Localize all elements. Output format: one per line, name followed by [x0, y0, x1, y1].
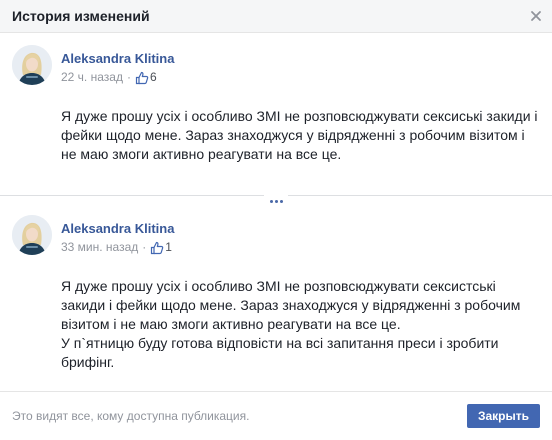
post-paragraph: Я дуже прошу усіх і особливо ЗМІ не розп…	[61, 278, 521, 332]
dialog-footer: Это видят все, кому доступна публикация.…	[0, 391, 552, 440]
post-paragraph: У п`ятницю буду готова відповісти на всі…	[61, 335, 499, 370]
close-icon[interactable]	[530, 10, 542, 22]
avatar-image	[12, 215, 52, 255]
avatar[interactable]	[12, 45, 52, 85]
timestamp-link[interactable]: 22 ч. назад	[61, 70, 123, 85]
like-count[interactable]: 1	[165, 240, 172, 255]
post-meta: 22 ч. назад · 6	[61, 70, 157, 85]
avatar[interactable]	[12, 215, 52, 255]
dialog-header: История изменений	[0, 0, 552, 33]
edit-entry: Aleksandra Klitina 22 ч. назад · 6 Я дуж…	[0, 33, 552, 188]
version-divider	[0, 188, 552, 203]
dialog-title: История изменений	[12, 8, 150, 24]
like-count[interactable]: 6	[150, 70, 157, 85]
thumbs-up-icon[interactable]	[135, 71, 149, 85]
edit-entry: Aleksandra Klitina 33 мин. назад · 1 Я д…	[0, 203, 552, 388]
author-name-link[interactable]: Aleksandra Klitina	[61, 51, 174, 67]
author-name-link[interactable]: Aleksandra Klitina	[61, 221, 174, 237]
meta-separator: ·	[126, 70, 131, 84]
post-text: Я дуже прошу усіх і особливо ЗМІ не розп…	[61, 107, 541, 164]
avatar-image	[12, 45, 52, 85]
ellipsis-icon[interactable]	[264, 190, 288, 203]
meta-separator: ·	[142, 240, 147, 254]
post-meta: 33 мин. назад · 1	[61, 240, 172, 255]
audience-note: Это видят все, кому доступна публикация.	[12, 409, 250, 423]
edit-history-dialog: История изменений Aleksandra Klitina 22 …	[0, 0, 552, 440]
close-button[interactable]: Закрыть	[466, 404, 540, 428]
timestamp-link[interactable]: 33 мин. назад	[61, 240, 138, 255]
post-text: Я дуже прошу усіх і особливо ЗМІ не розп…	[61, 277, 541, 372]
post-paragraph: Я дуже прошу усіх і особливо ЗМІ не розп…	[61, 108, 538, 162]
thumbs-up-icon[interactable]	[150, 241, 164, 255]
